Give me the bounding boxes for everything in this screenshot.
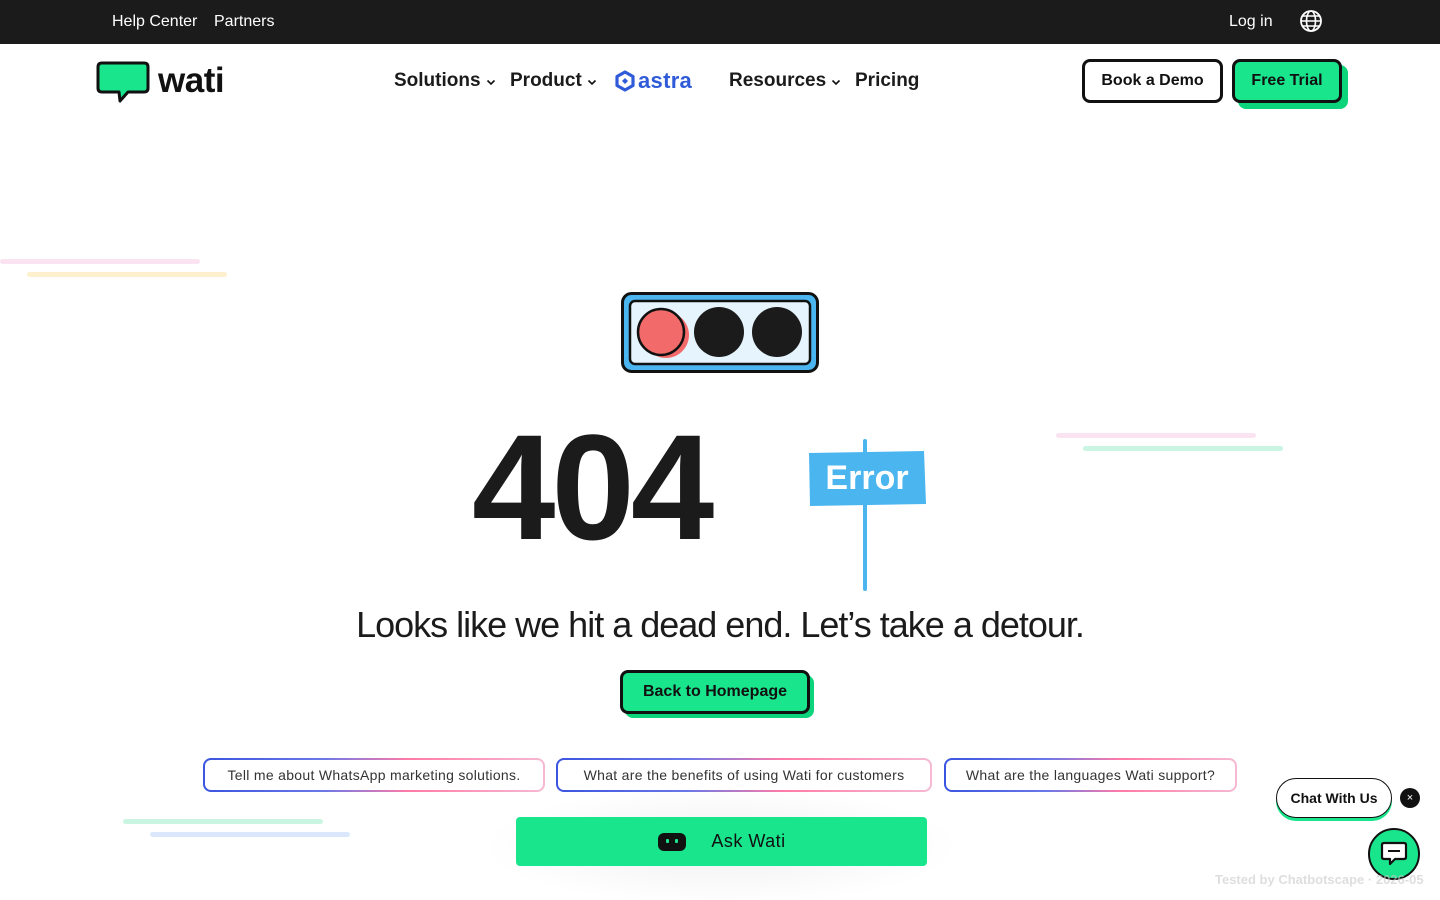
nav-resources[interactable]: Resources [729,70,841,92]
nav-solutions-label: Solutions [394,70,481,91]
decor-line [1056,433,1256,438]
back-to-homepage-button[interactable]: Back to Homepage [620,670,810,714]
nav-product-label: Product [510,70,582,91]
logo-text: wati [158,61,225,100]
ask-wati-button[interactable]: Ask Wati [516,817,927,866]
astra-label: astra [638,68,693,93]
decor-line [123,819,323,824]
chevron-down-icon [486,79,495,86]
suggestion-chip-label: What are the languages Wati support? [946,760,1235,790]
suggestion-chip-label: Tell me about WhatsApp marketing solutio… [205,760,543,790]
nav-pricing[interactable]: Pricing [855,70,919,92]
nav-solutions[interactable]: Solutions [394,70,496,92]
chevron-down-icon [832,79,841,86]
free-trial-wrapper: Free Trial [1232,59,1348,109]
ask-wati-label: Ask Wati [711,831,786,851]
watermark: Tested by Chatbotscape · 2026-05 [1215,872,1424,887]
free-trial-button[interactable]: Free Trial [1232,59,1342,103]
globe-icon[interactable] [1299,9,1323,33]
nav-astra[interactable]: astra [615,68,692,94]
decor-line [1083,446,1283,451]
back-home-wrapper: Back to Homepage [620,670,814,718]
wati-logo[interactable]: wati [96,58,225,104]
chevron-down-icon [587,79,596,86]
top-bar: Help Center Partners Log in [0,0,1440,44]
decor-line [0,259,200,264]
login-link[interactable]: Log in [1229,13,1273,31]
decor-line [27,272,227,277]
robot-face-icon [658,832,687,851]
help-center-link[interactable]: Help Center [112,13,197,31]
suggestion-chip[interactable]: What are the languages Wati support? [944,758,1237,792]
chat-icon [1380,841,1408,866]
chat-with-us-bubble[interactable]: Chat With Us [1276,778,1392,818]
partners-link[interactable]: Partners [214,13,274,31]
nav-product[interactable]: Product [510,70,597,92]
nav-resources-label: Resources [729,70,827,91]
decor-line [150,832,350,837]
astra-logo-icon [615,70,635,92]
chat-bubble-logo-icon [96,61,150,103]
error-sign-label: Error [825,458,909,497]
book-demo-button[interactable]: Book a Demo [1082,59,1223,103]
error-code: 404 [472,403,714,571]
suggestion-chip[interactable]: Tell me about WhatsApp marketing solutio… [203,758,545,792]
page-headline: Looks like we hit a dead end. Let’s take… [356,604,1085,645]
close-icon[interactable]: × [1400,788,1420,808]
nav-pricing-label: Pricing [855,70,920,91]
traffic-light-illustration [621,292,819,373]
